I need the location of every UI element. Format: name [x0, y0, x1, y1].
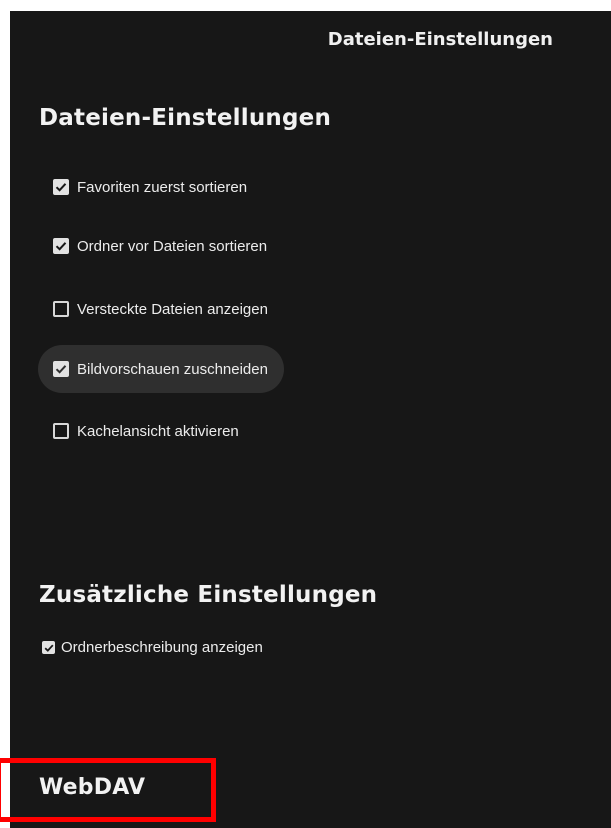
checkbox-enable-grid-view[interactable]: Kachelansicht aktivieren — [38, 407, 255, 455]
checkbox-unchecked-icon — [53, 301, 69, 317]
webdav-heading: WebDAV — [39, 775, 146, 800]
checkbox-label: Favoriten zuerst sortieren — [77, 178, 248, 196]
checkbox-label: Ordnerbeschreibung anzeigen — [61, 639, 263, 656]
checkbox-checked-icon — [42, 641, 55, 654]
checkbox-show-hidden-files[interactable]: Versteckte Dateien anzeigen — [38, 285, 284, 333]
checkbox-checked-icon — [53, 361, 69, 377]
checkbox-label: Versteckte Dateien anzeigen — [77, 300, 268, 318]
checkbox-label: Bildvorschauen zuschneiden — [77, 360, 268, 378]
checkbox-unchecked-icon — [53, 423, 69, 439]
checkbox-sort-favorites-first[interactable]: Favoriten zuerst sortieren — [38, 163, 263, 211]
additional-settings-heading: Zusätzliche Einstellungen — [39, 582, 378, 608]
settings-panel: Dateien-Einstellungen Dateien-Einstellun… — [10, 11, 611, 828]
files-settings-heading: Dateien-Einstellungen — [39, 105, 332, 131]
checkbox-checked-icon — [53, 238, 69, 254]
checkbox-label: Ordner vor Dateien sortieren — [77, 237, 268, 255]
checkbox-crop-image-previews[interactable]: Bildvorschauen zuschneiden — [38, 345, 284, 393]
checkbox-sort-folders-first[interactable]: Ordner vor Dateien sortieren — [38, 222, 283, 270]
checkbox-checked-icon — [53, 179, 69, 195]
modal-title: Dateien-Einstellungen — [327, 29, 553, 50]
checkbox-label: Kachelansicht aktivieren — [77, 422, 239, 440]
checkbox-show-folder-description[interactable]: Ordnerbeschreibung anzeigen — [42, 639, 263, 656]
